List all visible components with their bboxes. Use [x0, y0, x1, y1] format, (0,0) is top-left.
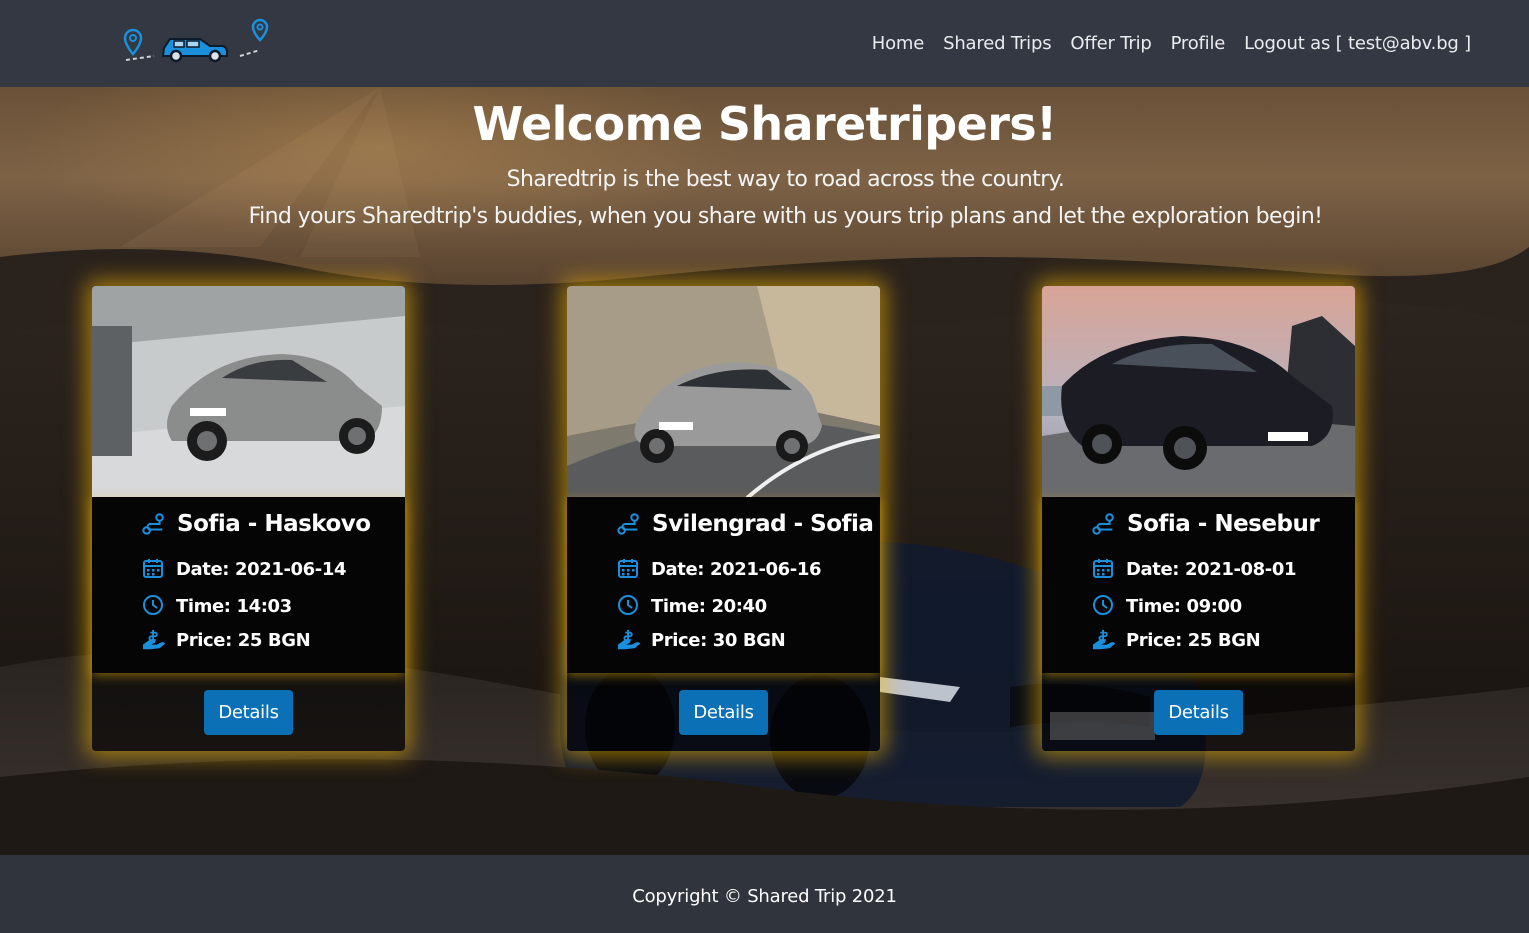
logo-link[interactable]	[110, 16, 275, 71]
price-hand-icon	[1092, 628, 1116, 652]
trip-card-body: Svilengrad - Sofia Date: 2021-06-16 Time…	[567, 497, 880, 673]
trip-date: Date: 2021-08-01	[1092, 557, 1297, 581]
trip-price: Price: 25 BGN	[142, 628, 311, 652]
nav-shared-trips[interactable]: Shared Trips	[943, 33, 1051, 54]
trip-card: Sofia - Nesebur Date: 2021-08-01 Time: 0…	[1042, 286, 1355, 751]
details-button[interactable]: Details	[204, 690, 293, 735]
route-icon	[617, 512, 641, 536]
hero-subtitle-line-1: Sharedtrip is the best way to road acros…	[506, 167, 1065, 192]
trip-route: Sofia - Haskovo	[142, 511, 371, 537]
trip-date-label: Date: 2021-08-01	[1126, 558, 1297, 580]
trip-price: Price: 25 BGN	[1092, 628, 1261, 652]
calendar-icon	[142, 557, 166, 581]
trip-route: Sofia - Nesebur	[1092, 511, 1320, 537]
trip-date-label: Date: 2021-06-14	[176, 558, 347, 580]
trip-time: Time: 20:40	[617, 594, 767, 618]
logo-icon	[123, 18, 269, 63]
trip-card: Sofia - Haskovo Date: 2021-06-14 Time: 1…	[92, 286, 405, 751]
calendar-icon	[617, 557, 641, 581]
trip-time-label: Time: 20:40	[651, 595, 767, 617]
clock-icon	[142, 594, 166, 618]
trip-time-label: Time: 09:00	[1126, 595, 1242, 617]
trip-date-label: Date: 2021-06-16	[651, 558, 822, 580]
route-icon	[142, 512, 166, 536]
hero-section: Welcome Sharetripers! Sharedtrip is the …	[0, 87, 1529, 855]
clock-icon	[1092, 594, 1116, 618]
nav-home[interactable]: Home	[872, 33, 925, 54]
footer: Copyright © Shared Trip 2021	[0, 855, 1529, 933]
trip-date: Date: 2021-06-14	[142, 557, 347, 581]
trip-car-image	[567, 286, 880, 498]
trip-route: Svilengrad - Sofia	[617, 511, 874, 537]
clock-icon	[617, 594, 641, 618]
trip-price-label: Price: 25 BGN	[176, 629, 311, 651]
welcome-title: Welcome Sharetripers!	[472, 97, 1058, 151]
navbar: Home Shared Trips Offer Trip Profile Log…	[0, 0, 1529, 87]
trip-card-body: Sofia - Nesebur Date: 2021-08-01 Time: 0…	[1042, 497, 1355, 673]
trip-time: Time: 09:00	[1092, 594, 1242, 618]
trip-time-label: Time: 14:03	[176, 595, 292, 617]
trip-price-label: Price: 25 BGN	[1126, 629, 1261, 651]
footer-copyright: Copyright © Shared Trip 2021	[632, 886, 897, 907]
nav-profile[interactable]: Profile	[1171, 33, 1226, 54]
details-button[interactable]: Details	[679, 690, 768, 735]
trip-date: Date: 2021-06-16	[617, 557, 822, 581]
trip-route-label: Sofia - Haskovo	[177, 511, 371, 537]
price-hand-icon	[142, 628, 166, 652]
nav-logout[interactable]: Logout as [ test@abv.bg ]	[1244, 33, 1471, 54]
route-icon	[1092, 512, 1116, 536]
trip-time: Time: 14:03	[142, 594, 292, 618]
trip-card-body: Sofia - Haskovo Date: 2021-06-14 Time: 1…	[92, 497, 405, 673]
nav-links: Home Shared Trips Offer Trip Profile Log…	[872, 33, 1471, 54]
trip-car-image	[92, 286, 405, 498]
calendar-icon	[1092, 557, 1116, 581]
price-hand-icon	[617, 628, 641, 652]
trip-car-image	[1042, 286, 1355, 498]
hero-subtitle-line-2: Find yours Sharedtrip's buddies, when yo…	[248, 204, 1323, 229]
trip-price-label: Price: 30 BGN	[651, 629, 786, 651]
trip-route-label: Svilengrad - Sofia	[652, 511, 874, 537]
nav-offer-trip[interactable]: Offer Trip	[1070, 33, 1151, 54]
details-button[interactable]: Details	[1154, 690, 1243, 735]
trip-card: Svilengrad - Sofia Date: 2021-06-16 Time…	[567, 286, 880, 751]
trip-route-label: Sofia - Nesebur	[1127, 511, 1320, 537]
trip-price: Price: 30 BGN	[617, 628, 786, 652]
